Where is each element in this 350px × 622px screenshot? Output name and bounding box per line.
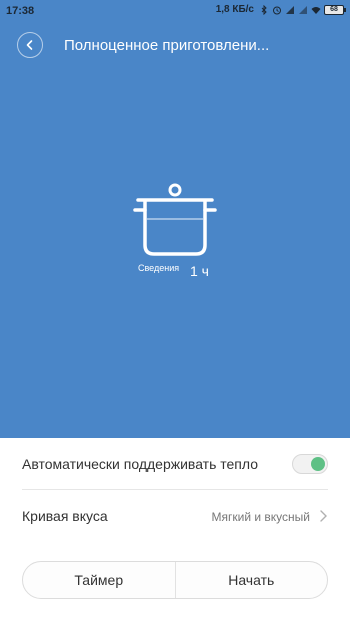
wifi-icon (311, 6, 321, 14)
page-title: Полноценное приготовлени... (64, 37, 270, 54)
top-bar: Полноценное приготовлени... (0, 28, 350, 64)
toggle-knob (311, 457, 325, 471)
taste-curve-label: Кривая вкуса (22, 508, 108, 524)
chevron-right-icon (320, 510, 327, 522)
signal-icon (299, 5, 307, 14)
start-button[interactable]: Начать (174, 562, 328, 598)
signal-icon (286, 5, 294, 14)
battery-icon: 68 (324, 4, 346, 15)
network-speed: 1,8 КБ/с (215, 4, 254, 15)
action-buttons: Таймер Начать (22, 561, 328, 599)
status-indicators: 1,8 КБ/с 68 (215, 4, 346, 15)
keep-warm-toggle[interactable] (292, 454, 328, 474)
bluetooth-icon (261, 4, 267, 15)
settings-list: Автоматически поддерживать тепло Кривая … (0, 438, 350, 542)
keep-warm-row[interactable]: Автоматически поддерживать тепло (22, 438, 328, 490)
taste-curve-row[interactable]: Кривая вкуса Мягкий и вкусный (22, 490, 328, 542)
cooking-pot-icon (133, 183, 217, 256)
keep-warm-label: Автоматически поддерживать тепло (22, 456, 259, 472)
cooking-stage-label: Сведения (138, 263, 180, 273)
chevron-left-icon (26, 40, 33, 50)
taste-curve-value: Мягкий и вкусный (211, 510, 310, 524)
status-time: 17:38 (6, 5, 35, 17)
timer-button[interactable]: Таймер (23, 562, 175, 598)
alarm-icon (273, 6, 281, 14)
cooking-time-label: 1 ч (190, 263, 209, 279)
back-button[interactable] (17, 32, 43, 58)
status-bar: 17:38 1,8 КБ/с 68 (0, 0, 350, 24)
